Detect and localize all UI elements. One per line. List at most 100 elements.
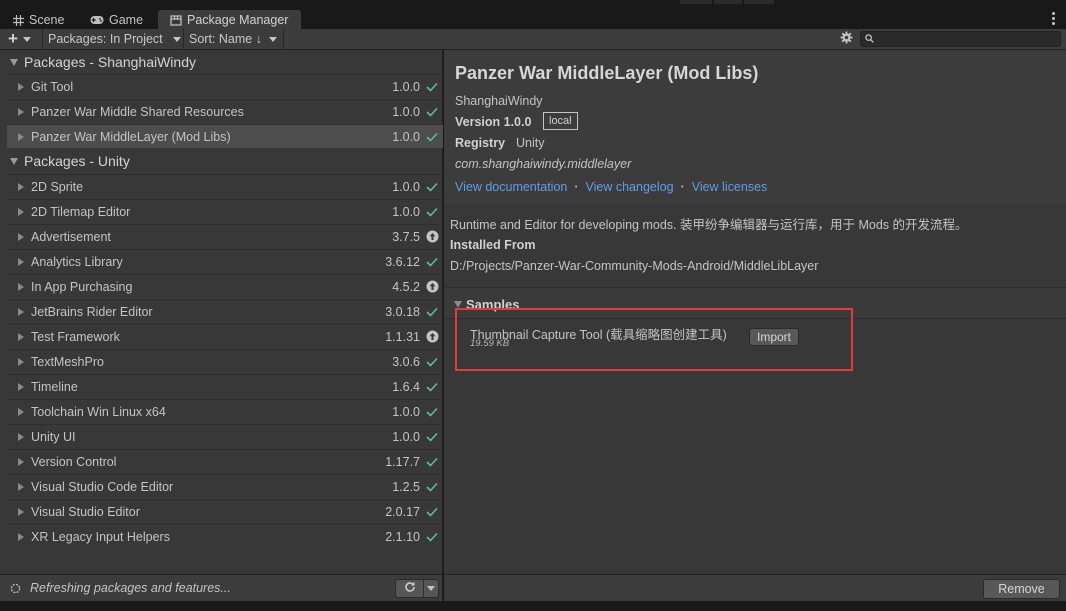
package-row[interactable]: Visual Studio Code Editor 1.2.5 (7, 474, 443, 498)
expand-arrow-icon[interactable] (18, 107, 24, 116)
sort-dropdown[interactable]: Sort: Name ↓ (189, 29, 277, 49)
package-row-selected[interactable]: Panzer War MiddleLayer (Mod Libs) 1.0.0 (7, 124, 443, 148)
local-badge: local (543, 112, 578, 130)
package-version: 1.0.0 (392, 79, 420, 94)
more-options-icon[interactable] (1052, 12, 1056, 25)
expand-arrow-icon[interactable] (18, 132, 24, 141)
chevron-down-icon (427, 586, 435, 591)
package-version: 1.0.0 (392, 179, 420, 194)
expand-arrow-icon[interactable] (18, 207, 24, 216)
expand-arrow-icon[interactable] (18, 432, 24, 441)
view-licenses-link[interactable]: View licenses (692, 180, 768, 194)
sort-label: Sort: Name ↓ (189, 32, 262, 46)
package-row[interactable]: Git Tool 1.0.0 (7, 74, 443, 98)
expand-arrow-icon[interactable] (18, 357, 24, 366)
tab-game[interactable]: Game (78, 10, 151, 30)
details-footer: Remove (444, 574, 1066, 601)
expand-arrow-icon[interactable] (18, 482, 24, 491)
package-name: Advertisement (31, 229, 111, 244)
registry-value: Unity (516, 136, 545, 150)
tab-label: Scene (29, 13, 65, 27)
add-package-button[interactable]: + (8, 29, 31, 49)
gamepad-icon (90, 14, 104, 26)
package-version: 1.6.4 (392, 379, 420, 394)
expand-arrow-icon[interactable] (18, 457, 24, 466)
package-row[interactable]: Advertisement 3.7.5 (7, 224, 443, 248)
package-row[interactable]: Analytics Library 3.6.12 (7, 249, 443, 273)
package-name: 2D Tilemap Editor (31, 204, 131, 219)
link-separator: · (680, 180, 685, 194)
view-documentation-link[interactable]: View documentation (455, 180, 567, 194)
refresh-status-text: Refreshing packages and features... (30, 581, 231, 595)
top-stub (744, 0, 774, 4)
installed-from-path: D:/Projects/Panzer-War-Community-Mods-An… (450, 259, 819, 273)
package-row[interactable]: Version Control 1.17.7 (7, 449, 443, 473)
checkmark-icon (424, 479, 440, 495)
expand-arrow-icon[interactable] (18, 232, 24, 241)
expand-arrow-icon[interactable] (18, 382, 24, 391)
checkmark-icon (424, 429, 440, 445)
toolbar-divider (42, 29, 43, 49)
package-row[interactable]: Panzer War Middle Shared Resources 1.0.0 (7, 99, 443, 123)
package-row[interactable]: Unity UI 1.0.0 (7, 424, 443, 448)
package-row[interactable]: Timeline 1.6.4 (7, 374, 443, 398)
toolbar-divider (183, 29, 184, 49)
expand-arrow-icon[interactable] (18, 182, 24, 191)
tab-scene[interactable]: Scene (0, 10, 72, 30)
checkmark-icon (424, 104, 440, 120)
group-header-unity[interactable]: Packages - Unity (0, 149, 443, 173)
expand-arrow-icon[interactable] (18, 332, 24, 341)
package-version: 3.7.5 (392, 229, 420, 244)
settings-button[interactable] (840, 29, 853, 49)
package-name: JetBrains Rider Editor (31, 304, 153, 319)
view-changelog-link[interactable]: View changelog (586, 180, 674, 194)
package-row[interactable]: Toolchain Win Linux x64 1.0.0 (7, 399, 443, 423)
package-row[interactable]: JetBrains Rider Editor 3.0.18 (7, 299, 443, 323)
refresh-button[interactable] (396, 580, 424, 597)
package-name: Git Tool (31, 79, 74, 94)
checkmark-icon (424, 204, 440, 220)
expand-arrow-icon[interactable] (18, 407, 24, 416)
package-row[interactable]: TextMeshPro 3.0.6 (7, 349, 443, 373)
package-row[interactable]: Visual Studio Editor 2.0.17 (7, 499, 443, 523)
expand-arrow-icon[interactable] (18, 507, 24, 516)
checkmark-icon (424, 304, 440, 320)
chevron-down-icon (172, 36, 181, 42)
search-input[interactable] (877, 33, 1057, 45)
expand-arrow-icon[interactable] (18, 257, 24, 266)
update-available-icon (424, 279, 440, 295)
package-version: 1.17.7 (385, 454, 420, 469)
package-name: Panzer War MiddleLayer (Mod Libs) (31, 129, 231, 144)
checkmark-icon (424, 179, 440, 195)
tab-package-manager[interactable]: Package Manager (158, 10, 301, 30)
package-row[interactable]: 2D Sprite 1.0.0 (7, 174, 443, 198)
package-row[interactable]: XR Legacy Input Helpers 2.1.10 (7, 524, 443, 548)
package-id: com.shanghaiwindy.middlelayer (455, 157, 632, 171)
group-header-shanghaiwindy[interactable]: Packages - ShanghaiWindy (0, 50, 443, 74)
package-links: View documentation · View changelog · Vi… (455, 180, 767, 194)
expand-arrow-icon[interactable] (18, 532, 24, 541)
package-name: Test Framework (31, 329, 120, 344)
package-row[interactable]: In App Purchasing 4.5.2 (7, 274, 443, 298)
expand-arrow-icon[interactable] (18, 282, 24, 291)
highlight-annotation-box (455, 308, 853, 371)
refresh-dropdown-button[interactable] (424, 580, 438, 597)
package-row[interactable]: Test Framework 1.1.31 (7, 324, 443, 348)
package-row[interactable]: 2D Tilemap Editor 1.0.0 (7, 199, 443, 223)
search-field[interactable] (860, 31, 1061, 47)
tab-label: Package Manager (187, 13, 289, 27)
expand-arrow-icon[interactable] (18, 82, 24, 91)
package-description: Runtime and Editor for developing mods. … (450, 218, 968, 232)
remove-button[interactable]: Remove (983, 579, 1060, 599)
expand-arrow-icon (454, 301, 462, 308)
checkmark-icon (424, 254, 440, 270)
checkmark-icon (424, 529, 440, 545)
package-version: 2.0.17 (385, 504, 420, 519)
expand-arrow-icon (10, 157, 18, 165)
packages-filter-dropdown[interactable]: Packages: In Project (48, 29, 181, 49)
chevron-down-icon (22, 36, 31, 42)
expand-arrow-icon (10, 58, 18, 66)
expand-arrow-icon[interactable] (18, 307, 24, 316)
package-version-text: Version 1.0.0 (455, 115, 532, 129)
package-name: Unity UI (31, 429, 76, 444)
